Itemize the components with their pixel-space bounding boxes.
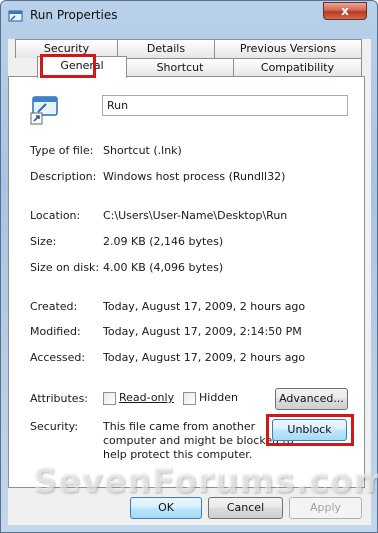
advanced-button[interactable]: Advanced... — [275, 388, 348, 410]
accessed-label: Accessed: — [30, 351, 86, 364]
location-value: C:\Users\User-Name\Desktop\Run — [103, 209, 288, 222]
properties-window: Run Properties x Security Details Previo… — [0, 0, 378, 533]
type-of-file-label: Type of file: — [30, 144, 94, 157]
cancel-button[interactable]: Cancel — [208, 497, 283, 519]
separator — [18, 287, 358, 288]
security-label: Security: — [30, 420, 79, 433]
size-on-disk-label: Size on disk: — [30, 261, 100, 274]
size-on-disk-value: 4.00 KB (4,096 bytes) — [103, 261, 224, 274]
location-label: Location: — [30, 209, 81, 222]
separator — [18, 196, 358, 197]
modified-label: Modified: — [30, 325, 81, 338]
description-label: Description: — [30, 170, 97, 183]
created-value: Today, August 17, 2009, 2 hours ago — [103, 300, 306, 313]
apply-button[interactable]: Apply — [289, 497, 362, 519]
separator — [18, 136, 358, 137]
hidden-label[interactable]: Hidden — [199, 391, 238, 404]
file-name-input[interactable]: Run — [102, 95, 348, 116]
security-message-line-3: help protect this computer. — [103, 448, 253, 461]
security-message-line-1: This file came from another — [103, 420, 256, 433]
read-only-checkbox[interactable] — [103, 392, 116, 405]
separator — [18, 378, 358, 379]
sevenforums-watermark: SevenForums.com — [33, 461, 378, 500]
created-label: Created: — [30, 300, 78, 313]
unblock-highlight — [266, 414, 354, 446]
description-value: Windows host process (Rundll32) — [103, 170, 286, 183]
size-label: Size: — [30, 235, 57, 248]
ok-button[interactable]: OK — [130, 497, 202, 519]
shortcut-file-icon — [29, 94, 61, 126]
modified-value: Today, August 17, 2009, 2:14:50 PM — [103, 325, 302, 338]
attributes-label: Attributes: — [30, 392, 89, 405]
read-only-label[interactable]: Read-only — [119, 391, 174, 404]
size-value: 2.09 KB (2,146 bytes) — [103, 235, 224, 248]
general-content: Run Type of file: Shortcut (.lnk) Descri… — [1, 1, 378, 533]
accessed-value: Today, August 17, 2009, 2 hours ago — [103, 351, 306, 364]
type-of-file-value: Shortcut (.lnk) — [103, 144, 182, 157]
general-tab-highlight — [40, 54, 96, 78]
hidden-checkbox[interactable] — [183, 392, 196, 405]
